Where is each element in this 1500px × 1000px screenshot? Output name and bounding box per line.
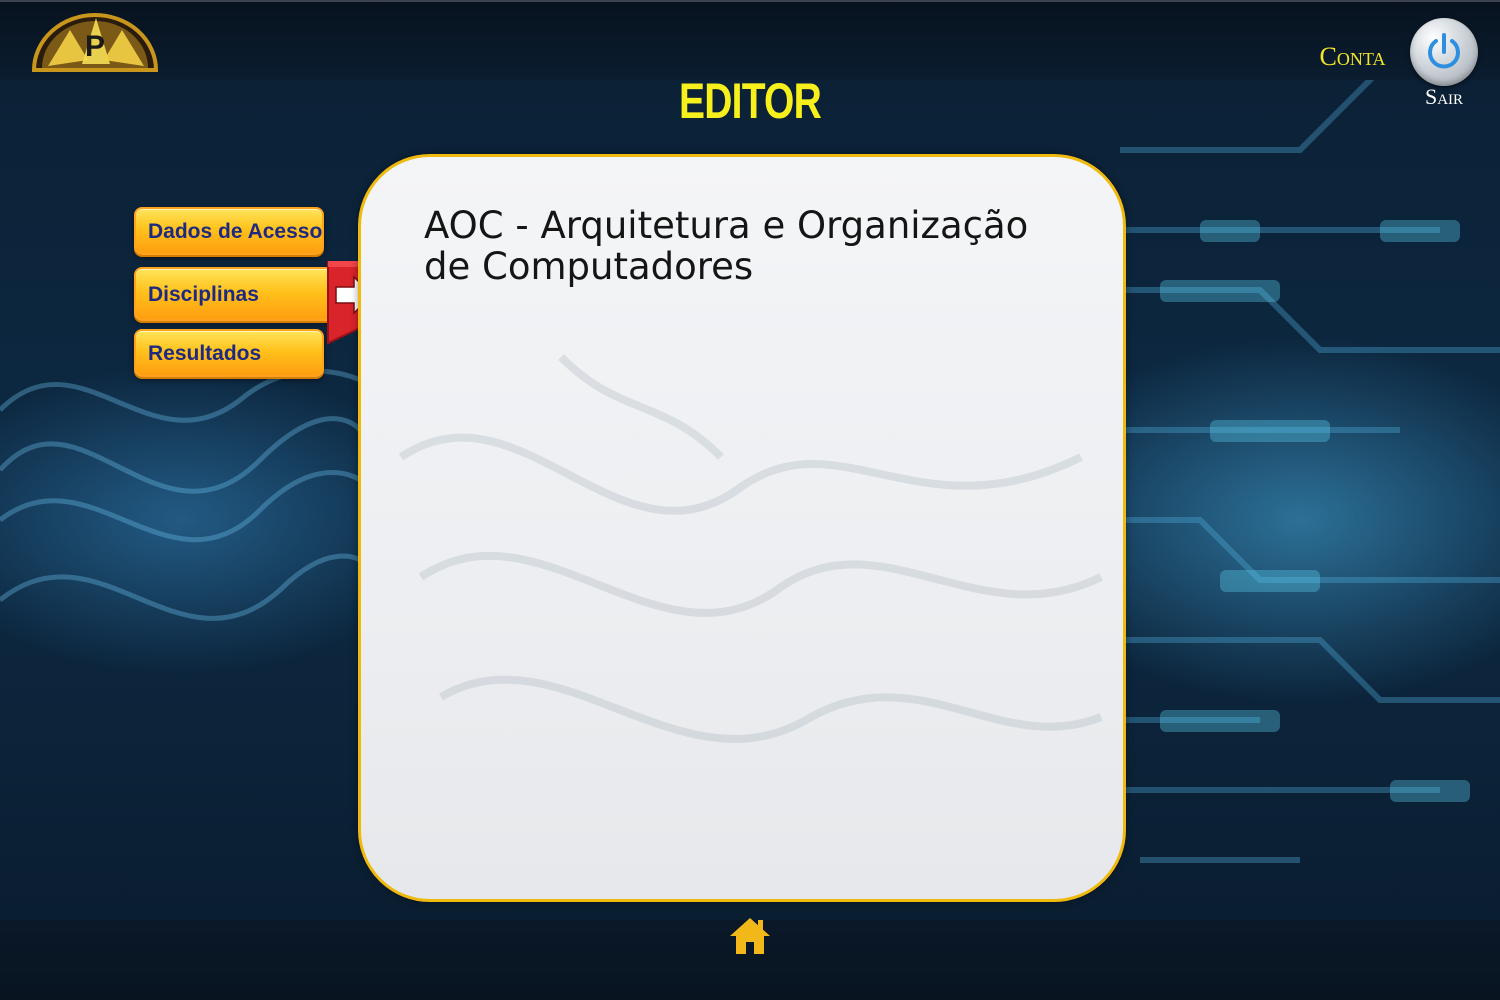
cwb-logo[interactable]: P — [30, 10, 160, 74]
home-button[interactable] — [728, 914, 772, 958]
content-card: AOC - Arquitetura e Organização de Compu… — [358, 154, 1126, 902]
page-title: EDITOR — [679, 73, 822, 129]
top-bar — [0, 0, 1500, 80]
home-icon — [730, 918, 770, 954]
menu-item-resultados[interactable]: Resultados — [134, 329, 324, 377]
power-icon — [1428, 33, 1460, 69]
subject-title[interactable]: AOC - Arquitetura e Organização de Compu… — [424, 205, 1064, 287]
svg-text:P: P — [85, 30, 105, 63]
logout-button[interactable] — [1410, 18, 1478, 86]
side-menu: Dados de Acesso Disciplinas Resultados — [134, 207, 384, 389]
menu-item-dados-de-acesso[interactable]: Dados de Acesso — [134, 207, 324, 255]
logout-label[interactable]: Sair — [1408, 84, 1480, 110]
account-link[interactable]: Conta — [1305, 42, 1400, 72]
